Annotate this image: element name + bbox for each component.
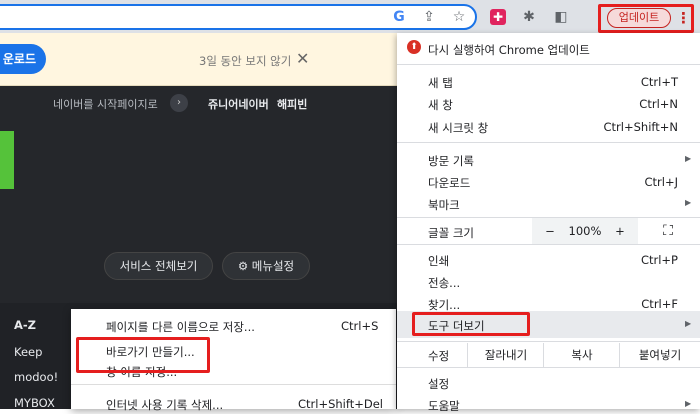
menu-help[interactable]: 도움말 [428, 398, 460, 414]
zoom-in-button[interactable]: + [610, 218, 630, 244]
menu-find-shortcut: Ctrl+F [641, 297, 678, 311]
submenu-save-page[interactable]: 페이지를 다른 이름으로 저장... [106, 319, 255, 335]
submenu-divider [71, 384, 396, 385]
menu-new-tab-shortcut: Ctrl+T [640, 75, 678, 89]
menu-divider [397, 244, 700, 245]
zoom-out-button[interactable]: − [540, 218, 560, 244]
submenu-arrow-icon: ▶ [685, 198, 692, 207]
menu-history[interactable]: 방문 기록 [428, 153, 474, 169]
happybean-link[interactable]: 해피빈 [277, 96, 307, 112]
menu-settings[interactable]: 설정 [428, 376, 449, 392]
google-icon[interactable]: G [391, 9, 407, 25]
menu-divider [397, 64, 700, 65]
set-startpage-link[interactable]: 네이버를 시작페이지로 [53, 96, 158, 112]
side-item-mybox[interactable]: MYBOX [14, 396, 55, 410]
service-all-button[interactable]: 서비스 전체보기 [104, 252, 213, 280]
menu-incognito-shortcut: Ctrl+Shift+N [603, 120, 678, 134]
menu-new-window[interactable]: 새 창 [428, 97, 453, 113]
menu-divider [397, 367, 700, 368]
green-banner[interactable] [0, 131, 14, 189]
submenu-arrow-icon: ▶ [685, 154, 692, 163]
menu-relaunch-update[interactable]: 다시 실행하여 Chrome 업데이트 [428, 42, 590, 58]
edit-copy-button[interactable]: 복사 [543, 343, 620, 367]
side-item-modoo[interactable]: modoo! [14, 370, 58, 384]
menu-new-window-shortcut: Ctrl+N [639, 97, 678, 111]
menu-bookmarks[interactable]: 북마크 [428, 197, 460, 213]
annotation-highlight-update [598, 4, 694, 33]
bookmark-star-icon[interactable]: ☆ [451, 9, 467, 25]
junior-naver-link[interactable]: 쥬니어네이버 [208, 96, 269, 112]
edit-paste-button[interactable]: 붙여넣기 [619, 343, 700, 367]
menu-downloads-shortcut: Ctrl+J [644, 175, 679, 189]
extensions-puzzle-icon[interactable]: ✱ [521, 9, 537, 25]
submenu-arrow-icon: ▶ [685, 399, 692, 408]
annotation-highlight-more-tools [412, 312, 530, 336]
side-item-az[interactable]: A-Z [14, 318, 36, 332]
submenu-save-page-shortcut: Ctrl+S [341, 319, 379, 333]
submenu-arrow-icon: ▶ [685, 319, 692, 328]
update-alert-icon: ⬆ [407, 40, 421, 54]
menu-downloads[interactable]: 다운로드 [428, 175, 470, 191]
extension-red-icon[interactable]: ✚ [490, 9, 506, 25]
close-icon[interactable]: ✕ [296, 49, 309, 68]
edit-cut-button[interactable]: 잘라내기 [467, 343, 544, 367]
menu-setting-button[interactable]: ⚙ 메뉴설정 [222, 252, 310, 280]
submenu-clear-history[interactable]: 인터넷 사용 기록 삭제... [106, 397, 223, 413]
download-button[interactable]: 운로드 [0, 44, 46, 74]
zoom-level: 100% [568, 224, 602, 238]
fullscreen-icon[interactable]: ⛶ [656, 218, 680, 244]
menu-new-tab[interactable]: 새 탭 [428, 75, 453, 91]
menu-print-shortcut: Ctrl+P [640, 253, 678, 267]
side-panel-icon[interactable]: ◧ [553, 9, 569, 25]
menu-cast[interactable]: 전송... [428, 275, 460, 291]
hide-3days-link[interactable]: 3일 동안 보지 않기 [199, 53, 291, 69]
chevron-right-icon[interactable]: › [170, 94, 188, 112]
annotation-highlight-create-shortcut [76, 337, 210, 373]
menu-incognito[interactable]: 새 시크릿 창 [428, 120, 488, 136]
share-icon[interactable]: ⇪ [421, 9, 437, 25]
menu-divider [397, 341, 700, 342]
side-item-keep[interactable]: Keep [14, 345, 42, 359]
menu-edit-label: 수정 [428, 349, 450, 363]
menu-divider [397, 142, 700, 143]
menu-print[interactable]: 인쇄 [428, 253, 449, 269]
menu-font-size: 글꼴 크기 [428, 226, 474, 240]
